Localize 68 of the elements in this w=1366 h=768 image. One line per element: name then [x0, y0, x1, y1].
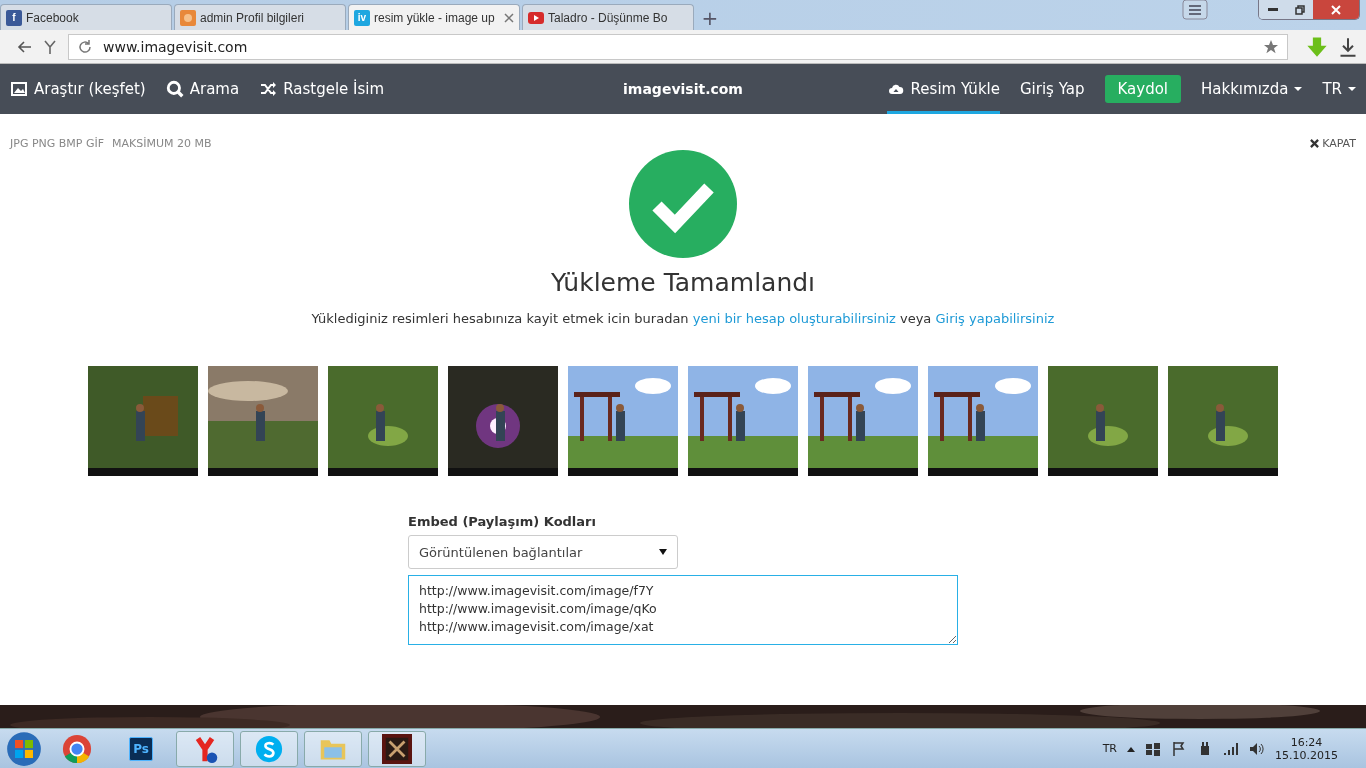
nav-link[interactable]: Araştır (keşfet)	[10, 64, 146, 114]
y-shape-icon	[42, 38, 58, 55]
close-icon	[1331, 4, 1341, 15]
caret-icon	[1348, 86, 1356, 92]
browser-tab[interactable]: admin Profil bilgileri	[174, 4, 346, 30]
nav-link[interactable]: Giriş Yap	[1019, 64, 1085, 114]
taskbar-app[interactable]: Ps	[112, 730, 170, 767]
page-title: Yükleme Tamamlandı	[550, 268, 816, 297]
nav-link[interactable]: Rastgele İsim	[259, 64, 385, 114]
clock[interactable]: 16:24 15.10.2015	[1275, 735, 1338, 762]
restore-button[interactable]	[1287, 0, 1313, 19]
game-icon	[382, 733, 412, 764]
start-button-icon	[6, 730, 42, 767]
signal-icon	[1223, 740, 1239, 757]
download-arrow-icon	[1306, 35, 1328, 58]
minimize-icon	[1268, 8, 1278, 11]
file-formats: JPG PNG BMP GİF	[10, 137, 105, 150]
caret-icon	[659, 549, 667, 555]
windows-icon	[1145, 740, 1161, 757]
close-icon	[1310, 139, 1320, 148]
nav-dropdown[interactable]: Hakkımızda	[1201, 64, 1303, 114]
taskbar-app[interactable]	[176, 730, 234, 767]
star-icon	[1263, 38, 1279, 55]
embed-label: Embed (Paylaşım) Kodları	[408, 514, 597, 529]
tab-title: Taladro - Düşünme Bo	[548, 10, 669, 25]
photoshop-icon: Ps	[129, 736, 153, 761]
success-check-icon	[629, 150, 737, 258]
caret-icon	[1294, 86, 1303, 92]
address-bar[interactable]: www.imagevisit.com	[68, 33, 1288, 60]
message-text: Yüklediginiz resimleri hesabınıza kayit etmek icin buradan yeni bir hesap oluşturabilirsiniz veya Giriş yapabilirsiniz	[311, 311, 1055, 326]
skype-icon	[255, 734, 283, 763]
tab-title: resim yükle - image up	[374, 10, 496, 25]
browser-tab[interactable]: Taladro - Düşünme Bo	[522, 4, 694, 30]
tab-title: Facebook	[26, 10, 80, 25]
browser-tab[interactable]: f Facebook	[0, 4, 172, 30]
language-indicator[interactable]: TR	[1102, 742, 1117, 755]
tab-title: admin Profil bilgileri	[200, 10, 306, 25]
facebook-icon: f	[6, 9, 22, 26]
back-icon	[16, 38, 32, 55]
embed-codes-field[interactable]: http://www.imagevisit.com/image/f7Y http://www.imagevisit.com/image/qKo http://www.imagevisit.com/image/xat	[408, 575, 958, 645]
time-text: 16:24	[1290, 735, 1323, 749]
reload-icon	[77, 38, 93, 55]
nav-link[interactable]: Arama	[165, 64, 240, 114]
new-tab-button[interactable]: +	[696, 6, 724, 30]
video-icon	[528, 9, 544, 26]
taskbar-app[interactable]	[368, 730, 426, 767]
site-logo[interactable]: imagevisit.com	[623, 81, 743, 97]
close-icon	[504, 12, 514, 23]
image-icon	[10, 81, 28, 97]
close-link[interactable]: KAPAT	[1310, 137, 1356, 150]
minimize-button[interactable]	[1259, 0, 1287, 19]
profile-icon	[180, 9, 196, 26]
flag-icon	[1171, 740, 1187, 757]
restore-icon	[1295, 4, 1305, 15]
shuffle-icon	[259, 81, 278, 97]
site-icon: iv	[354, 9, 370, 26]
url-text: www.imagevisit.com	[103, 38, 249, 55]
max-size: MAKSİMUM 20 MB	[112, 137, 212, 150]
nav-dropdown[interactable]: TR	[1322, 64, 1356, 114]
date-text: 15.10.2015	[1275, 748, 1338, 762]
close-window-button[interactable]	[1313, 0, 1359, 19]
chrome-icon	[62, 733, 92, 764]
link-type-select[interactable]: Görüntülenen bağlantılar	[408, 535, 678, 569]
search-icon	[165, 80, 184, 98]
caret-up-icon	[1127, 745, 1135, 752]
menu-icon	[1182, 0, 1208, 20]
browser-tab[interactable]: iv resim yükle - image up	[348, 4, 520, 30]
download-icon	[1338, 36, 1358, 57]
